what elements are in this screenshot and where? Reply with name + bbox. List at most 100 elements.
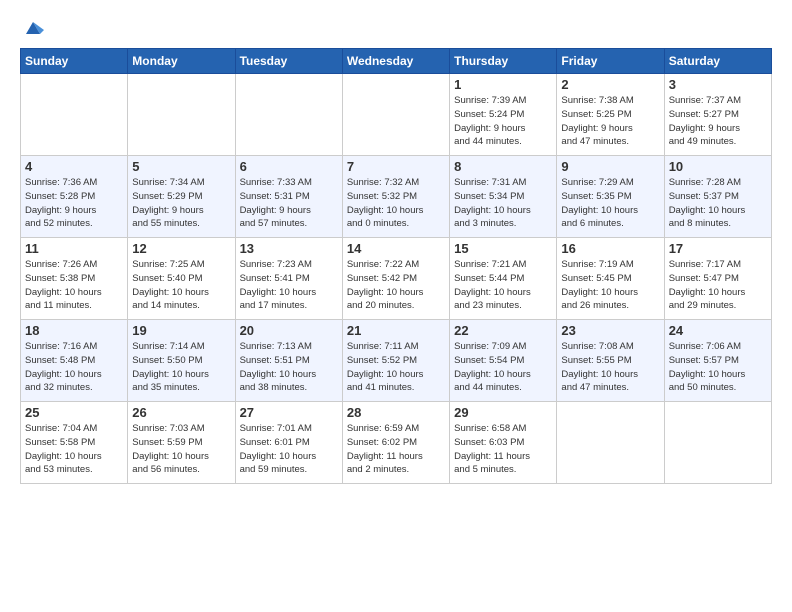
calendar-cell bbox=[21, 74, 128, 156]
day-number: 6 bbox=[240, 159, 338, 174]
calendar-cell bbox=[557, 402, 664, 484]
calendar-cell: 4Sunrise: 7:36 AM Sunset: 5:28 PM Daylig… bbox=[21, 156, 128, 238]
day-number: 5 bbox=[132, 159, 230, 174]
day-number: 14 bbox=[347, 241, 445, 256]
page-header bbox=[20, 16, 772, 38]
calendar-cell bbox=[664, 402, 771, 484]
day-info: Sunrise: 7:17 AM Sunset: 5:47 PM Dayligh… bbox=[669, 258, 767, 313]
weekday-header: Tuesday bbox=[235, 49, 342, 74]
day-info: Sunrise: 7:11 AM Sunset: 5:52 PM Dayligh… bbox=[347, 340, 445, 395]
day-info: Sunrise: 7:16 AM Sunset: 5:48 PM Dayligh… bbox=[25, 340, 123, 395]
day-info: Sunrise: 7:37 AM Sunset: 5:27 PM Dayligh… bbox=[669, 94, 767, 149]
calendar-cell: 24 Sunrise: 7:06 AM Sunset: 5:57 PM Dayli… bbox=[664, 320, 771, 402]
calendar-cell: 16 Sunrise: 7:19 AM Sunset: 5:45 PM Dayli… bbox=[557, 238, 664, 320]
day-info: Sunrise: 6:59 AM Sunset: 6:02 PM Dayligh… bbox=[347, 422, 445, 477]
day-info: Sunrise: 7:38 AM Sunset: 5:25 PM Dayligh… bbox=[561, 94, 659, 149]
calendar-cell: 26 Sunrise: 7:03 AM Sunset: 5:59 PM Dayli… bbox=[128, 402, 235, 484]
day-info: Sunrise: 7:29 AM Sunset: 5:35 PM Dayligh… bbox=[561, 176, 659, 231]
calendar-cell: 11 Sunrise: 7:26 AM Sunset: 5:38 PM Dayli… bbox=[21, 238, 128, 320]
day-number: 29 bbox=[454, 405, 552, 420]
calendar-cell: 28Sunrise: 6:59 AM Sunset: 6:02 PM Dayli… bbox=[342, 402, 449, 484]
day-number: 12 bbox=[132, 241, 230, 256]
day-info: Sunrise: 7:04 AM Sunset: 5:58 PM Dayligh… bbox=[25, 422, 123, 477]
day-info: Sunrise: 7:06 AM Sunset: 5:57 PM Dayligh… bbox=[669, 340, 767, 395]
day-number: 3 bbox=[669, 77, 767, 92]
day-number: 9 bbox=[561, 159, 659, 174]
calendar-cell: 7Sunrise: 7:32 AM Sunset: 5:32 PM Daylig… bbox=[342, 156, 449, 238]
calendar-cell: 14 Sunrise: 7:22 AM Sunset: 5:42 PM Dayli… bbox=[342, 238, 449, 320]
calendar-table: SundayMondayTuesdayWednesdayThursdayFrid… bbox=[20, 48, 772, 484]
calendar-cell: 20 Sunrise: 7:13 AM Sunset: 5:51 PM Dayli… bbox=[235, 320, 342, 402]
calendar-header-row: SundayMondayTuesdayWednesdayThursdayFrid… bbox=[21, 49, 772, 74]
day-number: 15 bbox=[454, 241, 552, 256]
calendar-cell: 8 Sunrise: 7:31 AM Sunset: 5:34 PM Daylig… bbox=[450, 156, 557, 238]
day-info: Sunrise: 7:09 AM Sunset: 5:54 PM Dayligh… bbox=[454, 340, 552, 395]
calendar-cell: 18 Sunrise: 7:16 AM Sunset: 5:48 PM Dayli… bbox=[21, 320, 128, 402]
day-number: 8 bbox=[454, 159, 552, 174]
logo-icon bbox=[22, 16, 44, 38]
day-number: 19 bbox=[132, 323, 230, 338]
day-number: 11 bbox=[25, 241, 123, 256]
weekday-header: Friday bbox=[557, 49, 664, 74]
day-number: 25 bbox=[25, 405, 123, 420]
day-info: Sunrise: 7:34 AM Sunset: 5:29 PM Dayligh… bbox=[132, 176, 230, 231]
day-number: 13 bbox=[240, 241, 338, 256]
day-info: Sunrise: 7:21 AM Sunset: 5:44 PM Dayligh… bbox=[454, 258, 552, 313]
weekday-header: Thursday bbox=[450, 49, 557, 74]
day-number: 24 bbox=[669, 323, 767, 338]
calendar-cell bbox=[342, 74, 449, 156]
day-info: Sunrise: 7:14 AM Sunset: 5:50 PM Dayligh… bbox=[132, 340, 230, 395]
day-number: 23 bbox=[561, 323, 659, 338]
calendar-cell: 12 Sunrise: 7:25 AM Sunset: 5:40 PM Dayli… bbox=[128, 238, 235, 320]
weekday-header: Sunday bbox=[21, 49, 128, 74]
day-number: 18 bbox=[25, 323, 123, 338]
day-info: Sunrise: 7:36 AM Sunset: 5:28 PM Dayligh… bbox=[25, 176, 123, 231]
calendar-cell: 17 Sunrise: 7:17 AM Sunset: 5:47 PM Dayli… bbox=[664, 238, 771, 320]
calendar-week-row: 25 Sunrise: 7:04 AM Sunset: 5:58 PM Dayli… bbox=[21, 402, 772, 484]
calendar-week-row: 1Sunrise: 7:39 AM Sunset: 5:24 PM Daylig… bbox=[21, 74, 772, 156]
calendar-cell: 6 Sunrise: 7:33 AM Sunset: 5:31 PM Daylig… bbox=[235, 156, 342, 238]
calendar-cell: 5 Sunrise: 7:34 AM Sunset: 5:29 PM Daylig… bbox=[128, 156, 235, 238]
day-number: 26 bbox=[132, 405, 230, 420]
calendar-cell: 25 Sunrise: 7:04 AM Sunset: 5:58 PM Dayli… bbox=[21, 402, 128, 484]
day-info: Sunrise: 7:01 AM Sunset: 6:01 PM Dayligh… bbox=[240, 422, 338, 477]
day-number: 10 bbox=[669, 159, 767, 174]
calendar-cell: 29 Sunrise: 6:58 AM Sunset: 6:03 PM Dayli… bbox=[450, 402, 557, 484]
day-info: Sunrise: 7:03 AM Sunset: 5:59 PM Dayligh… bbox=[132, 422, 230, 477]
day-info: Sunrise: 7:39 AM Sunset: 5:24 PM Dayligh… bbox=[454, 94, 552, 149]
day-number: 16 bbox=[561, 241, 659, 256]
day-number: 2 bbox=[561, 77, 659, 92]
calendar-cell: 13Sunrise: 7:23 AM Sunset: 5:41 PM Dayli… bbox=[235, 238, 342, 320]
day-number: 22 bbox=[454, 323, 552, 338]
day-number: 17 bbox=[669, 241, 767, 256]
weekday-header: Saturday bbox=[664, 49, 771, 74]
day-info: Sunrise: 6:58 AM Sunset: 6:03 PM Dayligh… bbox=[454, 422, 552, 477]
day-info: Sunrise: 7:33 AM Sunset: 5:31 PM Dayligh… bbox=[240, 176, 338, 231]
calendar-week-row: 18 Sunrise: 7:16 AM Sunset: 5:48 PM Dayli… bbox=[21, 320, 772, 402]
calendar-cell: 3 Sunrise: 7:37 AM Sunset: 5:27 PM Daylig… bbox=[664, 74, 771, 156]
calendar-cell bbox=[128, 74, 235, 156]
day-info: Sunrise: 7:25 AM Sunset: 5:40 PM Dayligh… bbox=[132, 258, 230, 313]
day-info: Sunrise: 7:32 AM Sunset: 5:32 PM Dayligh… bbox=[347, 176, 445, 231]
calendar-cell: 23 Sunrise: 7:08 AM Sunset: 5:55 PM Dayli… bbox=[557, 320, 664, 402]
calendar-cell: 15 Sunrise: 7:21 AM Sunset: 5:44 PM Dayli… bbox=[450, 238, 557, 320]
calendar-cell: 27Sunrise: 7:01 AM Sunset: 6:01 PM Dayli… bbox=[235, 402, 342, 484]
day-info: Sunrise: 7:31 AM Sunset: 5:34 PM Dayligh… bbox=[454, 176, 552, 231]
day-number: 20 bbox=[240, 323, 338, 338]
calendar-week-row: 11 Sunrise: 7:26 AM Sunset: 5:38 PM Dayli… bbox=[21, 238, 772, 320]
calendar-cell: 19 Sunrise: 7:14 AM Sunset: 5:50 PM Dayli… bbox=[128, 320, 235, 402]
calendar-cell: 10Sunrise: 7:28 AM Sunset: 5:37 PM Dayli… bbox=[664, 156, 771, 238]
day-info: Sunrise: 7:13 AM Sunset: 5:51 PM Dayligh… bbox=[240, 340, 338, 395]
calendar-cell: 21 Sunrise: 7:11 AM Sunset: 5:52 PM Dayli… bbox=[342, 320, 449, 402]
day-info: Sunrise: 7:08 AM Sunset: 5:55 PM Dayligh… bbox=[561, 340, 659, 395]
calendar-cell: 22 Sunrise: 7:09 AM Sunset: 5:54 PM Dayli… bbox=[450, 320, 557, 402]
day-info: Sunrise: 7:19 AM Sunset: 5:45 PM Dayligh… bbox=[561, 258, 659, 313]
day-info: Sunrise: 7:26 AM Sunset: 5:38 PM Dayligh… bbox=[25, 258, 123, 313]
weekday-header: Wednesday bbox=[342, 49, 449, 74]
day-number: 21 bbox=[347, 323, 445, 338]
logo bbox=[20, 16, 44, 38]
calendar-cell: 9 Sunrise: 7:29 AM Sunset: 5:35 PM Daylig… bbox=[557, 156, 664, 238]
day-info: Sunrise: 7:22 AM Sunset: 5:42 PM Dayligh… bbox=[347, 258, 445, 313]
calendar-cell: 1Sunrise: 7:39 AM Sunset: 5:24 PM Daylig… bbox=[450, 74, 557, 156]
calendar-week-row: 4Sunrise: 7:36 AM Sunset: 5:28 PM Daylig… bbox=[21, 156, 772, 238]
